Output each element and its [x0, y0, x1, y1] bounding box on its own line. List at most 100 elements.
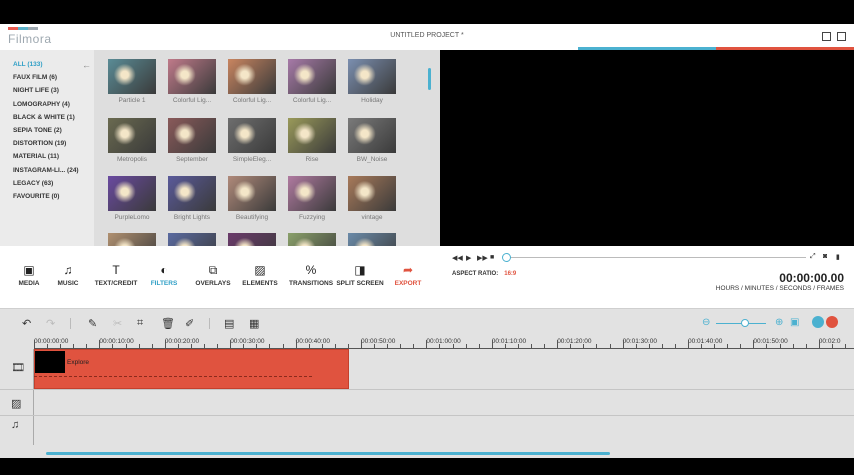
- timeline-scrollbar[interactable]: [46, 452, 610, 455]
- voiceover-icon[interactable]: ▤: [224, 317, 234, 330]
- timeline-ruler[interactable]: 00:00:00:00 00:00:10:00 00:00:20:00 00:00:3…: [34, 337, 854, 349]
- filter-thumbnail[interactable]: [288, 118, 336, 153]
- category-item[interactable]: LEGACY (63): [13, 180, 53, 187]
- zoom-out-icon[interactable]: ⊖: [702, 317, 710, 328]
- undo-icon[interactable]: ↶: [22, 317, 31, 330]
- filter-thumbnail[interactable]: [348, 176, 396, 211]
- play-icon[interactable]: ▶: [466, 254, 471, 262]
- filter-grid-scrollbar[interactable]: [428, 68, 431, 90]
- ruler-minor-tick: [452, 344, 454, 348]
- delete-icon[interactable]: 🗑: [161, 317, 175, 330]
- filter-thumbnail[interactable]: [168, 118, 216, 153]
- ruler-tick: [491, 340, 493, 348]
- ruler-minor-tick: [374, 344, 376, 348]
- tool-filters[interactable]: ◐ FILTERS: [145, 246, 183, 308]
- filter-thumbnail[interactable]: [168, 59, 216, 94]
- ruler-minor-tick: [661, 344, 663, 348]
- filter-label: September: [176, 156, 208, 163]
- ruler-tick-label: 00:00:40:00: [295, 338, 330, 345]
- tool-overlays[interactable]: ⧉ OVERLAYS: [190, 246, 236, 308]
- category-item[interactable]: BLACK & WHITE (1): [13, 114, 75, 121]
- ruler-minor-tick: [740, 344, 742, 348]
- crop-icon[interactable]: ⌗: [137, 317, 143, 330]
- volume-icon[interactable]: ▮: [836, 253, 840, 261]
- redo-icon[interactable]: ↷: [46, 317, 55, 330]
- filter-thumbnail[interactable]: [108, 59, 156, 94]
- playback-panel: ◀◀ ▶ ▶▶ ■ ⤢ ◙ ▮ ASPECT RATIO: 16:9 00:00:…: [440, 246, 854, 308]
- track-divider: [0, 389, 854, 390]
- category-item[interactable]: DISTORTION (19): [13, 140, 66, 147]
- video-clip[interactable]: Explore: [34, 349, 349, 389]
- filter-thumbnail[interactable]: [288, 233, 336, 246]
- fit-timeline-icon[interactable]: ▣: [790, 317, 799, 328]
- filter-thumbnail[interactable]: [228, 176, 276, 211]
- tool-text-credit[interactable]: T TEXT/CREDIT: [90, 246, 142, 308]
- tool-media[interactable]: ▣ MEDIA: [10, 246, 48, 308]
- snapshot-icon[interactable]: ◙: [823, 253, 827, 260]
- ruler-minor-tick: [478, 344, 480, 348]
- category-item[interactable]: LOMOGRAPHY (4): [13, 101, 70, 108]
- ruler-minor-tick: [609, 344, 611, 348]
- image-track-icon: ▨: [11, 398, 22, 410]
- zoom-slider-handle[interactable]: [741, 319, 749, 327]
- ruler-tick-label: 00:02:0: [818, 338, 841, 345]
- tool-music[interactable]: ♫ MUSIC: [50, 246, 86, 308]
- filter-thumbnail[interactable]: [288, 176, 336, 211]
- stop-icon[interactable]: ■: [490, 254, 494, 261]
- settings-icon[interactable]: ▦: [249, 317, 259, 330]
- category-item[interactable]: FAVOURITE (0): [13, 193, 59, 200]
- record-icon[interactable]: [826, 316, 838, 328]
- filter-thumbnail[interactable]: [228, 118, 276, 153]
- save-icon[interactable]: [822, 32, 831, 41]
- account-icon[interactable]: [812, 316, 824, 328]
- ruler-minor-tick: [204, 344, 206, 348]
- back-arrow-icon[interactable]: ←: [82, 60, 91, 70]
- ruler-minor-tick: [151, 344, 153, 348]
- filter-thumbnail[interactable]: [168, 233, 216, 246]
- filter-thumbnail[interactable]: [288, 59, 336, 94]
- zoom-in-icon[interactable]: ⊕: [775, 317, 783, 328]
- category-item[interactable]: FAUX FILM (6): [13, 74, 57, 81]
- track-divider: [0, 415, 854, 416]
- playback-seek-track[interactable]: [508, 257, 806, 258]
- ruler-minor-tick: [387, 344, 389, 348]
- edit-icon[interactable]: ✎: [88, 317, 97, 330]
- ruler-minor-tick: [701, 344, 703, 348]
- filter-thumbnail[interactable]: [168, 176, 216, 211]
- cut-icon[interactable]: ✂: [113, 317, 122, 330]
- category-item[interactable]: MATERIAL (11): [13, 153, 59, 160]
- fast-forward-icon[interactable]: ▶▶: [477, 254, 488, 262]
- menu-icon[interactable]: [837, 32, 846, 41]
- category-item[interactable]: INSTAGRAM-LI... (24): [13, 167, 79, 174]
- aspect-ratio-value[interactable]: 16:9: [504, 271, 516, 277]
- ruler-tick-label: 00:00:00:00: [34, 338, 69, 345]
- ruler-tick: [557, 340, 559, 348]
- filter-label: BW_Noise: [356, 156, 388, 163]
- ruler-tick: [688, 340, 689, 348]
- filter-label: Fuzzying: [298, 214, 325, 221]
- filter-thumbnail[interactable]: [348, 59, 396, 94]
- tool-elements[interactable]: ▨ ELEMENTS: [238, 246, 282, 308]
- rewind-icon[interactable]: ◀◀: [452, 254, 463, 262]
- filter-thumbnail[interactable]: [108, 233, 156, 246]
- category-item[interactable]: NIGHT LIFE (3): [13, 87, 59, 94]
- filter-thumbnail[interactable]: [228, 233, 276, 246]
- filter-thumbnail[interactable]: [108, 118, 156, 153]
- ruler-tick-label: 00:01:10:00: [491, 338, 527, 345]
- clip-name: Explore: [67, 359, 90, 366]
- ruler-minor-tick: [674, 344, 676, 348]
- tool-split-screen[interactable]: ◨ SPLIT SCREEN: [332, 246, 388, 308]
- filter-thumbnail[interactable]: [228, 59, 276, 94]
- playback-seek-handle[interactable]: [502, 253, 511, 262]
- filter-thumbnail[interactable]: [348, 118, 396, 153]
- music-icon: ♫: [63, 263, 73, 277]
- filter-thumbnail[interactable]: [348, 233, 396, 246]
- tool-export[interactable]: ➦ EXPORT: [388, 246, 428, 308]
- category-item[interactable]: ALL (133): [13, 61, 43, 68]
- color-icon[interactable]: ✐: [185, 317, 194, 330]
- category-item[interactable]: SEPIA TONE (2): [13, 127, 62, 134]
- ruler-minor-tick: [714, 344, 716, 348]
- filter-thumbnail[interactable]: [108, 176, 156, 211]
- project-title: UNTITLED PROJECT *: [390, 32, 464, 39]
- fullscreen-icon[interactable]: ⤢: [810, 253, 816, 261]
